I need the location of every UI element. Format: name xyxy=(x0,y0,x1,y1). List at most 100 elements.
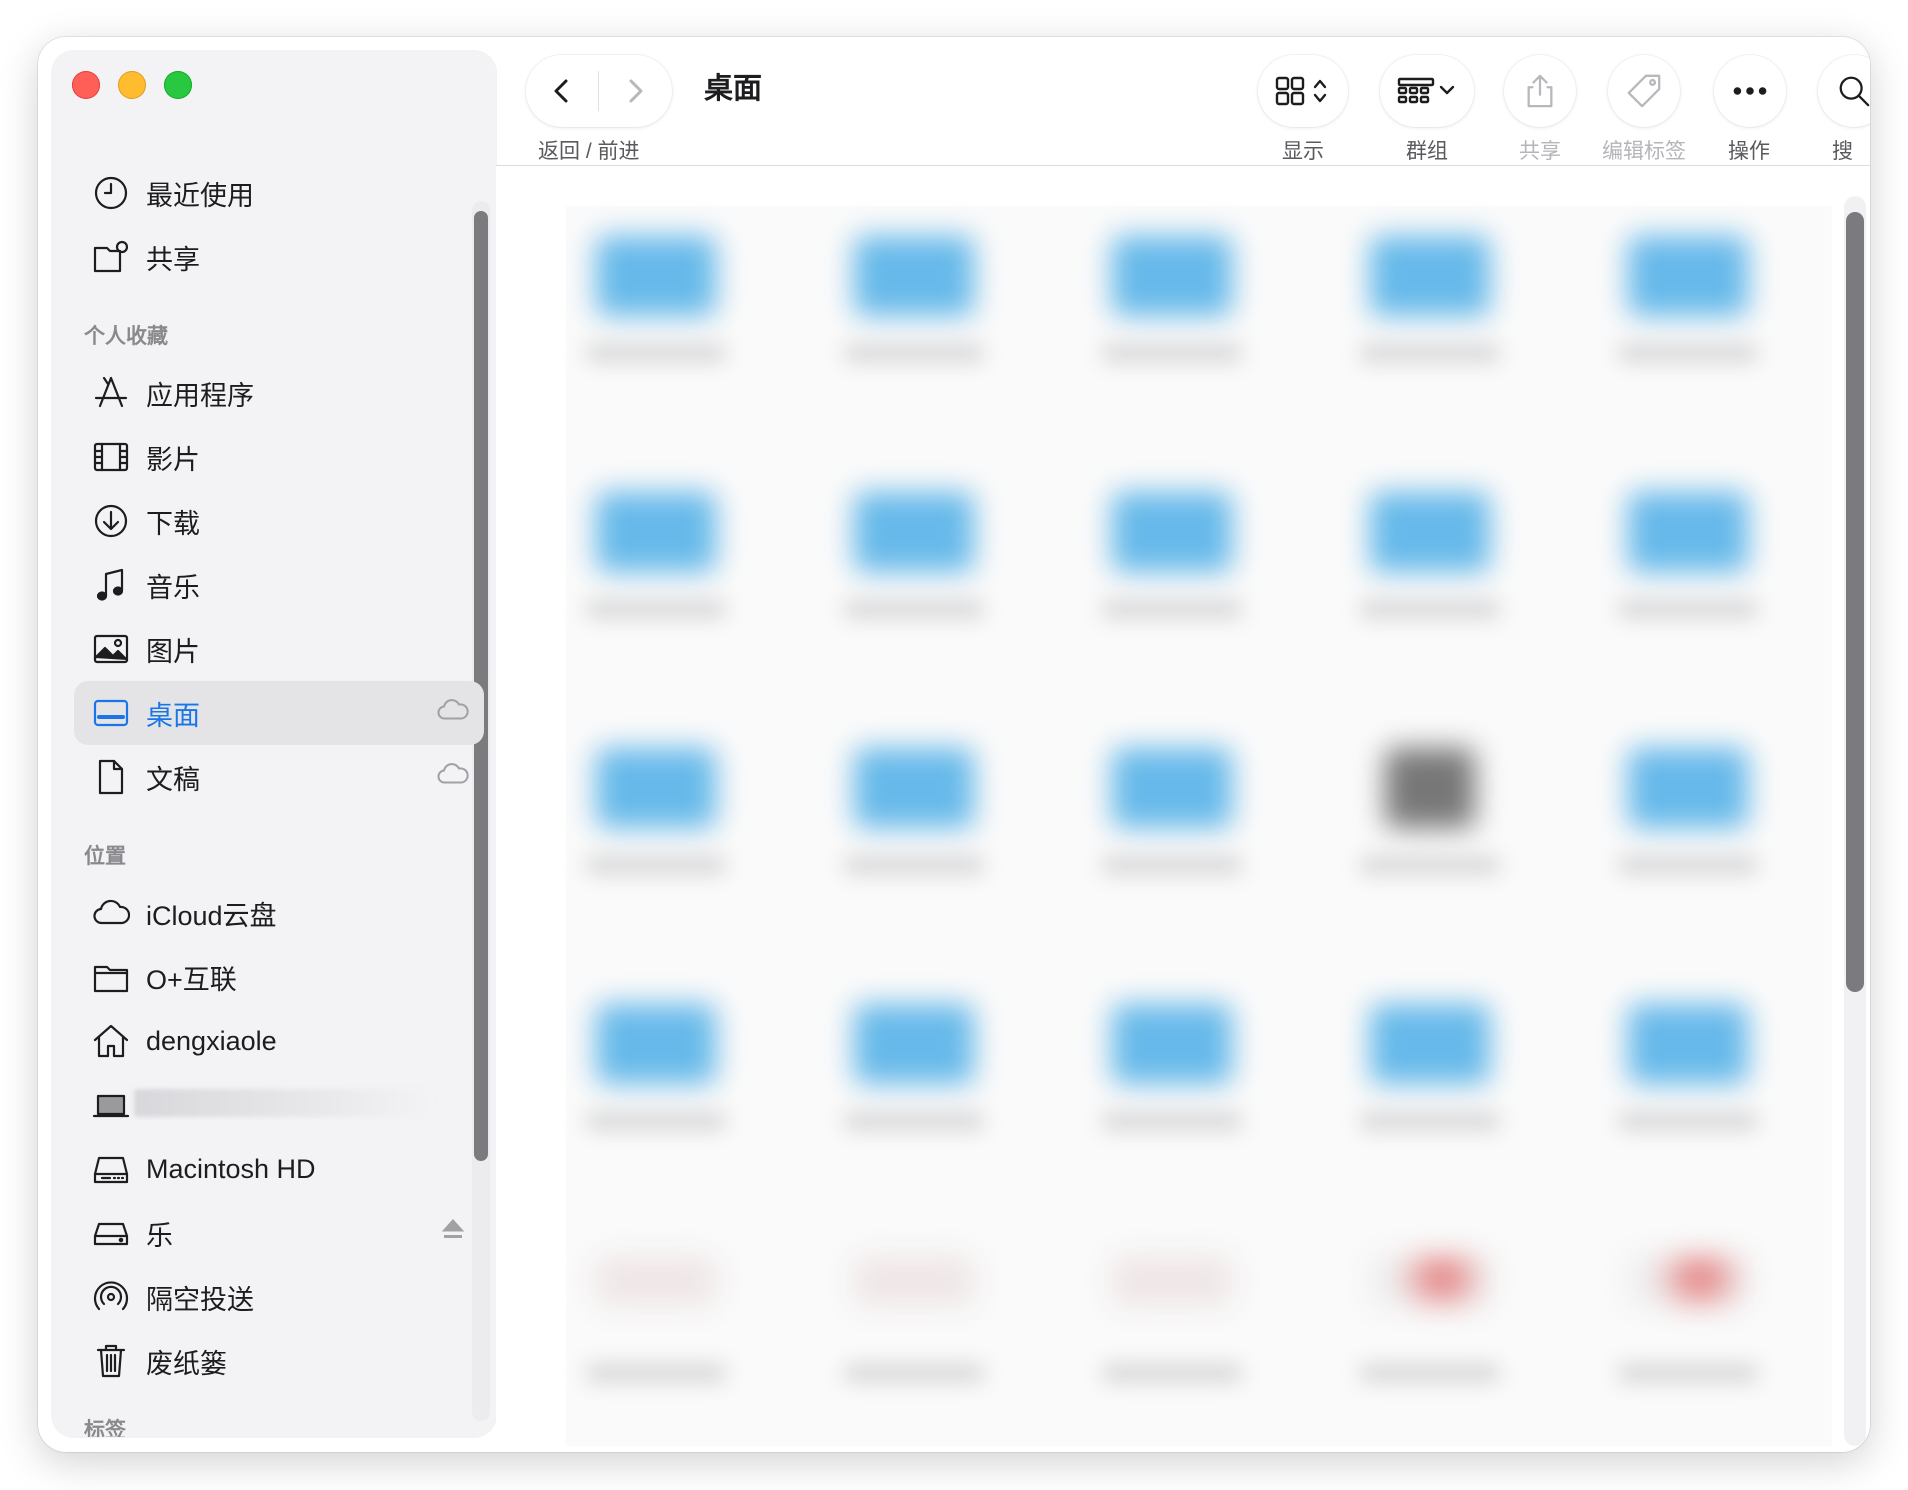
sidebar-item-documents[interactable]: 文稿 xyxy=(74,745,484,809)
group-button[interactable] xyxy=(1380,55,1474,127)
file-thumbnail xyxy=(854,1256,974,1306)
file-item[interactable] xyxy=(1598,974,1828,1184)
sidebar-item-label: 共享 xyxy=(146,244,200,275)
eject-icon[interactable] xyxy=(436,1217,470,1250)
file-item[interactable] xyxy=(1082,462,1312,672)
airdrop-icon xyxy=(90,1276,132,1318)
sidebar-item-home[interactable]: dengxiaole xyxy=(74,1009,484,1073)
sidebar-item-airdrop[interactable]: 隔空投送 xyxy=(74,1265,484,1329)
photo-icon xyxy=(90,628,132,670)
sidebar-item-pictures[interactable]: 图片 xyxy=(74,617,484,681)
sidebar-item-label: 文稿 xyxy=(146,764,200,795)
folder-icon xyxy=(1628,236,1748,316)
file-item[interactable] xyxy=(1598,1226,1828,1436)
folder-icon xyxy=(1112,492,1232,572)
folder-icon xyxy=(596,748,716,828)
sidebar-list: 最近使用 共享 个人收藏 应用程序 影片 下载 音乐 图片 桌面 文稿 位置 i… xyxy=(52,161,496,1437)
folder-icon xyxy=(1112,1004,1232,1084)
locations-header[interactable]: 位置 xyxy=(52,833,496,881)
file-item[interactable] xyxy=(566,206,796,416)
sidebar-item-o-plus[interactable]: O+互联 xyxy=(74,945,484,1009)
tags-header[interactable]: 标签 xyxy=(52,1407,496,1437)
sidebar-item-macintosh-hd[interactable]: Macintosh HD xyxy=(74,1137,484,1201)
sidebar-item-movies[interactable]: 影片 xyxy=(74,425,484,489)
zoom-button[interactable] xyxy=(164,71,192,99)
cloud-icon xyxy=(90,892,132,934)
document-icon xyxy=(90,756,132,798)
file-item[interactable] xyxy=(1598,462,1828,672)
toolbar: 返回 / 前进 桌面 显示 群组 共享 编辑标签 操作 搜 xyxy=(508,37,1870,193)
file-name-redacted xyxy=(1360,600,1500,618)
content-scrollbar[interactable] xyxy=(1846,212,1864,992)
file-browser-content xyxy=(496,166,1870,1452)
file-item[interactable] xyxy=(566,462,796,672)
sidebar-item-music[interactable]: 音乐 xyxy=(74,553,484,617)
sidebar-item-applications[interactable]: 应用程序 xyxy=(74,361,484,425)
sidebar-item-label: 应用程序 xyxy=(146,380,254,411)
file-thumbnail xyxy=(1628,1256,1748,1306)
search-button[interactable] xyxy=(1818,55,1870,127)
file-item[interactable] xyxy=(1340,974,1570,1184)
file-name-redacted xyxy=(1360,856,1500,874)
folder-icon xyxy=(854,236,974,316)
file-name-redacted xyxy=(1360,1112,1500,1130)
edit-tags-button[interactable] xyxy=(1608,55,1680,127)
folder-icon xyxy=(1112,236,1232,316)
file-name-redacted xyxy=(1618,1112,1758,1130)
sidebar-item-redacted[interactable] xyxy=(74,1073,484,1137)
file-item[interactable] xyxy=(824,206,1054,416)
file-item[interactable] xyxy=(1598,206,1828,416)
sidebar-item-trash[interactable]: 废纸篓 xyxy=(74,1329,484,1393)
folder-icon xyxy=(1628,492,1748,572)
edit-tags-label: 编辑标签 xyxy=(1602,140,1686,163)
file-item[interactable] xyxy=(824,974,1054,1184)
file-item[interactable] xyxy=(1340,718,1570,928)
file-item[interactable] xyxy=(1598,718,1828,928)
favorites-header[interactable]: 个人收藏 xyxy=(52,313,496,361)
file-item[interactable] xyxy=(824,718,1054,928)
sidebar-item-shared[interactable]: 共享 xyxy=(74,225,484,289)
file-item[interactable] xyxy=(566,1226,796,1436)
minimize-button[interactable] xyxy=(118,71,146,99)
file-item[interactable] xyxy=(824,462,1054,672)
file-item[interactable] xyxy=(1340,1226,1570,1436)
sidebar-item-external-drive[interactable]: 乐 xyxy=(74,1201,484,1265)
file-item[interactable] xyxy=(1082,206,1312,416)
sidebar-item-label: iCloud云盘 xyxy=(146,900,277,931)
chevron-left-icon xyxy=(554,79,568,103)
file-name-redacted xyxy=(1618,600,1758,618)
file-thumbnail xyxy=(1112,1256,1232,1306)
sidebar-item-label: Macintosh HD xyxy=(146,1153,316,1184)
share-button[interactable] xyxy=(1504,55,1576,127)
file-item[interactable] xyxy=(1340,206,1570,416)
group-label: 群组 xyxy=(1406,140,1448,163)
view-button[interactable] xyxy=(1258,55,1348,127)
sidebar-item-desktop[interactable]: 桌面 xyxy=(74,681,484,745)
folder-icon xyxy=(1370,236,1490,316)
sidebar-item-icloud-drive[interactable]: iCloud云盘 xyxy=(74,881,484,945)
shared-folder-icon xyxy=(90,236,132,278)
file-item[interactable] xyxy=(1082,718,1312,928)
file-item[interactable] xyxy=(566,974,796,1184)
forward-button[interactable] xyxy=(599,55,671,127)
download-icon xyxy=(90,500,132,542)
close-button[interactable] xyxy=(72,71,100,99)
folder-icon xyxy=(1370,492,1490,572)
file-name-redacted xyxy=(1618,856,1758,874)
hard-drive-icon xyxy=(90,1148,132,1190)
sidebar-item-downloads[interactable]: 下载 xyxy=(74,489,484,553)
file-item[interactable] xyxy=(566,718,796,928)
tag-icon xyxy=(1627,74,1661,108)
home-icon xyxy=(90,1020,132,1062)
sidebar-item-recent[interactable]: 最近使用 xyxy=(74,161,484,225)
file-name-redacted xyxy=(844,1364,984,1382)
file-name-redacted xyxy=(1102,1364,1242,1382)
file-item[interactable] xyxy=(1082,974,1312,1184)
file-name-redacted xyxy=(844,1112,984,1130)
file-item[interactable] xyxy=(1340,462,1570,672)
back-button[interactable] xyxy=(526,55,598,127)
file-item[interactable] xyxy=(1082,1226,1312,1436)
folder-icon xyxy=(1628,748,1748,828)
action-button[interactable] xyxy=(1714,55,1786,127)
file-item[interactable] xyxy=(824,1226,1054,1436)
